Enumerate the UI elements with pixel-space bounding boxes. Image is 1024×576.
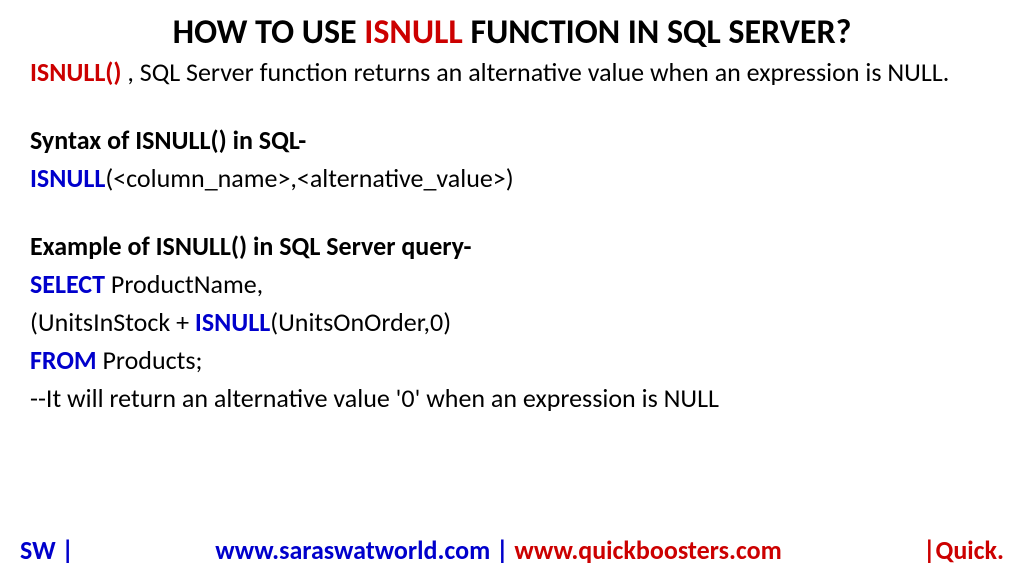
syntax-rest: (<column_name>,<alternative_value>) (105, 162, 513, 194)
example-line1: SELECT ProductName, (30, 268, 994, 300)
intro-keyword: ISNULL() (30, 56, 122, 88)
example-line4: --It will return an alternative value '0… (30, 382, 994, 414)
select-keyword: SELECT (30, 268, 105, 300)
syntax-keyword: ISNULL (30, 162, 105, 194)
line2-prefix: (UnitsInStock + (30, 306, 195, 338)
footer-right: |Quick. (923, 534, 1004, 566)
footer-separator: | (490, 534, 514, 566)
footer-url1: www.saraswatworld.com (215, 534, 490, 566)
footer: SW | www.saraswatworld.com | www.quickbo… (0, 534, 1024, 566)
example-heading: Example of ISNULL() in SQL Server query- (30, 230, 994, 262)
title-prefix: HOW TO USE (173, 12, 365, 53)
select-rest: ProductName, (105, 268, 263, 300)
example-line3: FROM Products; (30, 344, 994, 376)
intro-text: , SQL Server function returns an alterna… (122, 56, 950, 88)
footer-url2: www.quickboosters.com (514, 534, 781, 566)
title-highlight: ISNULL (364, 12, 462, 53)
footer-center: www.saraswatworld.com | www.quickbooster… (215, 534, 782, 566)
page-title: HOW TO USE ISNULL FUNCTION IN SQL SERVER… (30, 12, 994, 53)
syntax-line: ISNULL(<column_name>,<alternative_value>… (30, 162, 994, 194)
from-keyword: FROM (30, 344, 97, 376)
isnull-keyword: ISNULL (195, 306, 270, 338)
example-line2: (UnitsInStock + ISNULL(UnitsOnOrder,0) (30, 306, 994, 338)
intro-paragraph: ISNULL() , SQL Server function returns a… (30, 57, 994, 88)
from-rest: Products; (97, 344, 203, 376)
line2-rest: (UnitsOnOrder,0) (270, 306, 451, 338)
title-suffix: FUNCTION IN SQL SERVER? (463, 12, 852, 53)
footer-left: SW | (20, 534, 74, 566)
syntax-heading: Syntax of ISNULL() in SQL- (30, 124, 994, 156)
